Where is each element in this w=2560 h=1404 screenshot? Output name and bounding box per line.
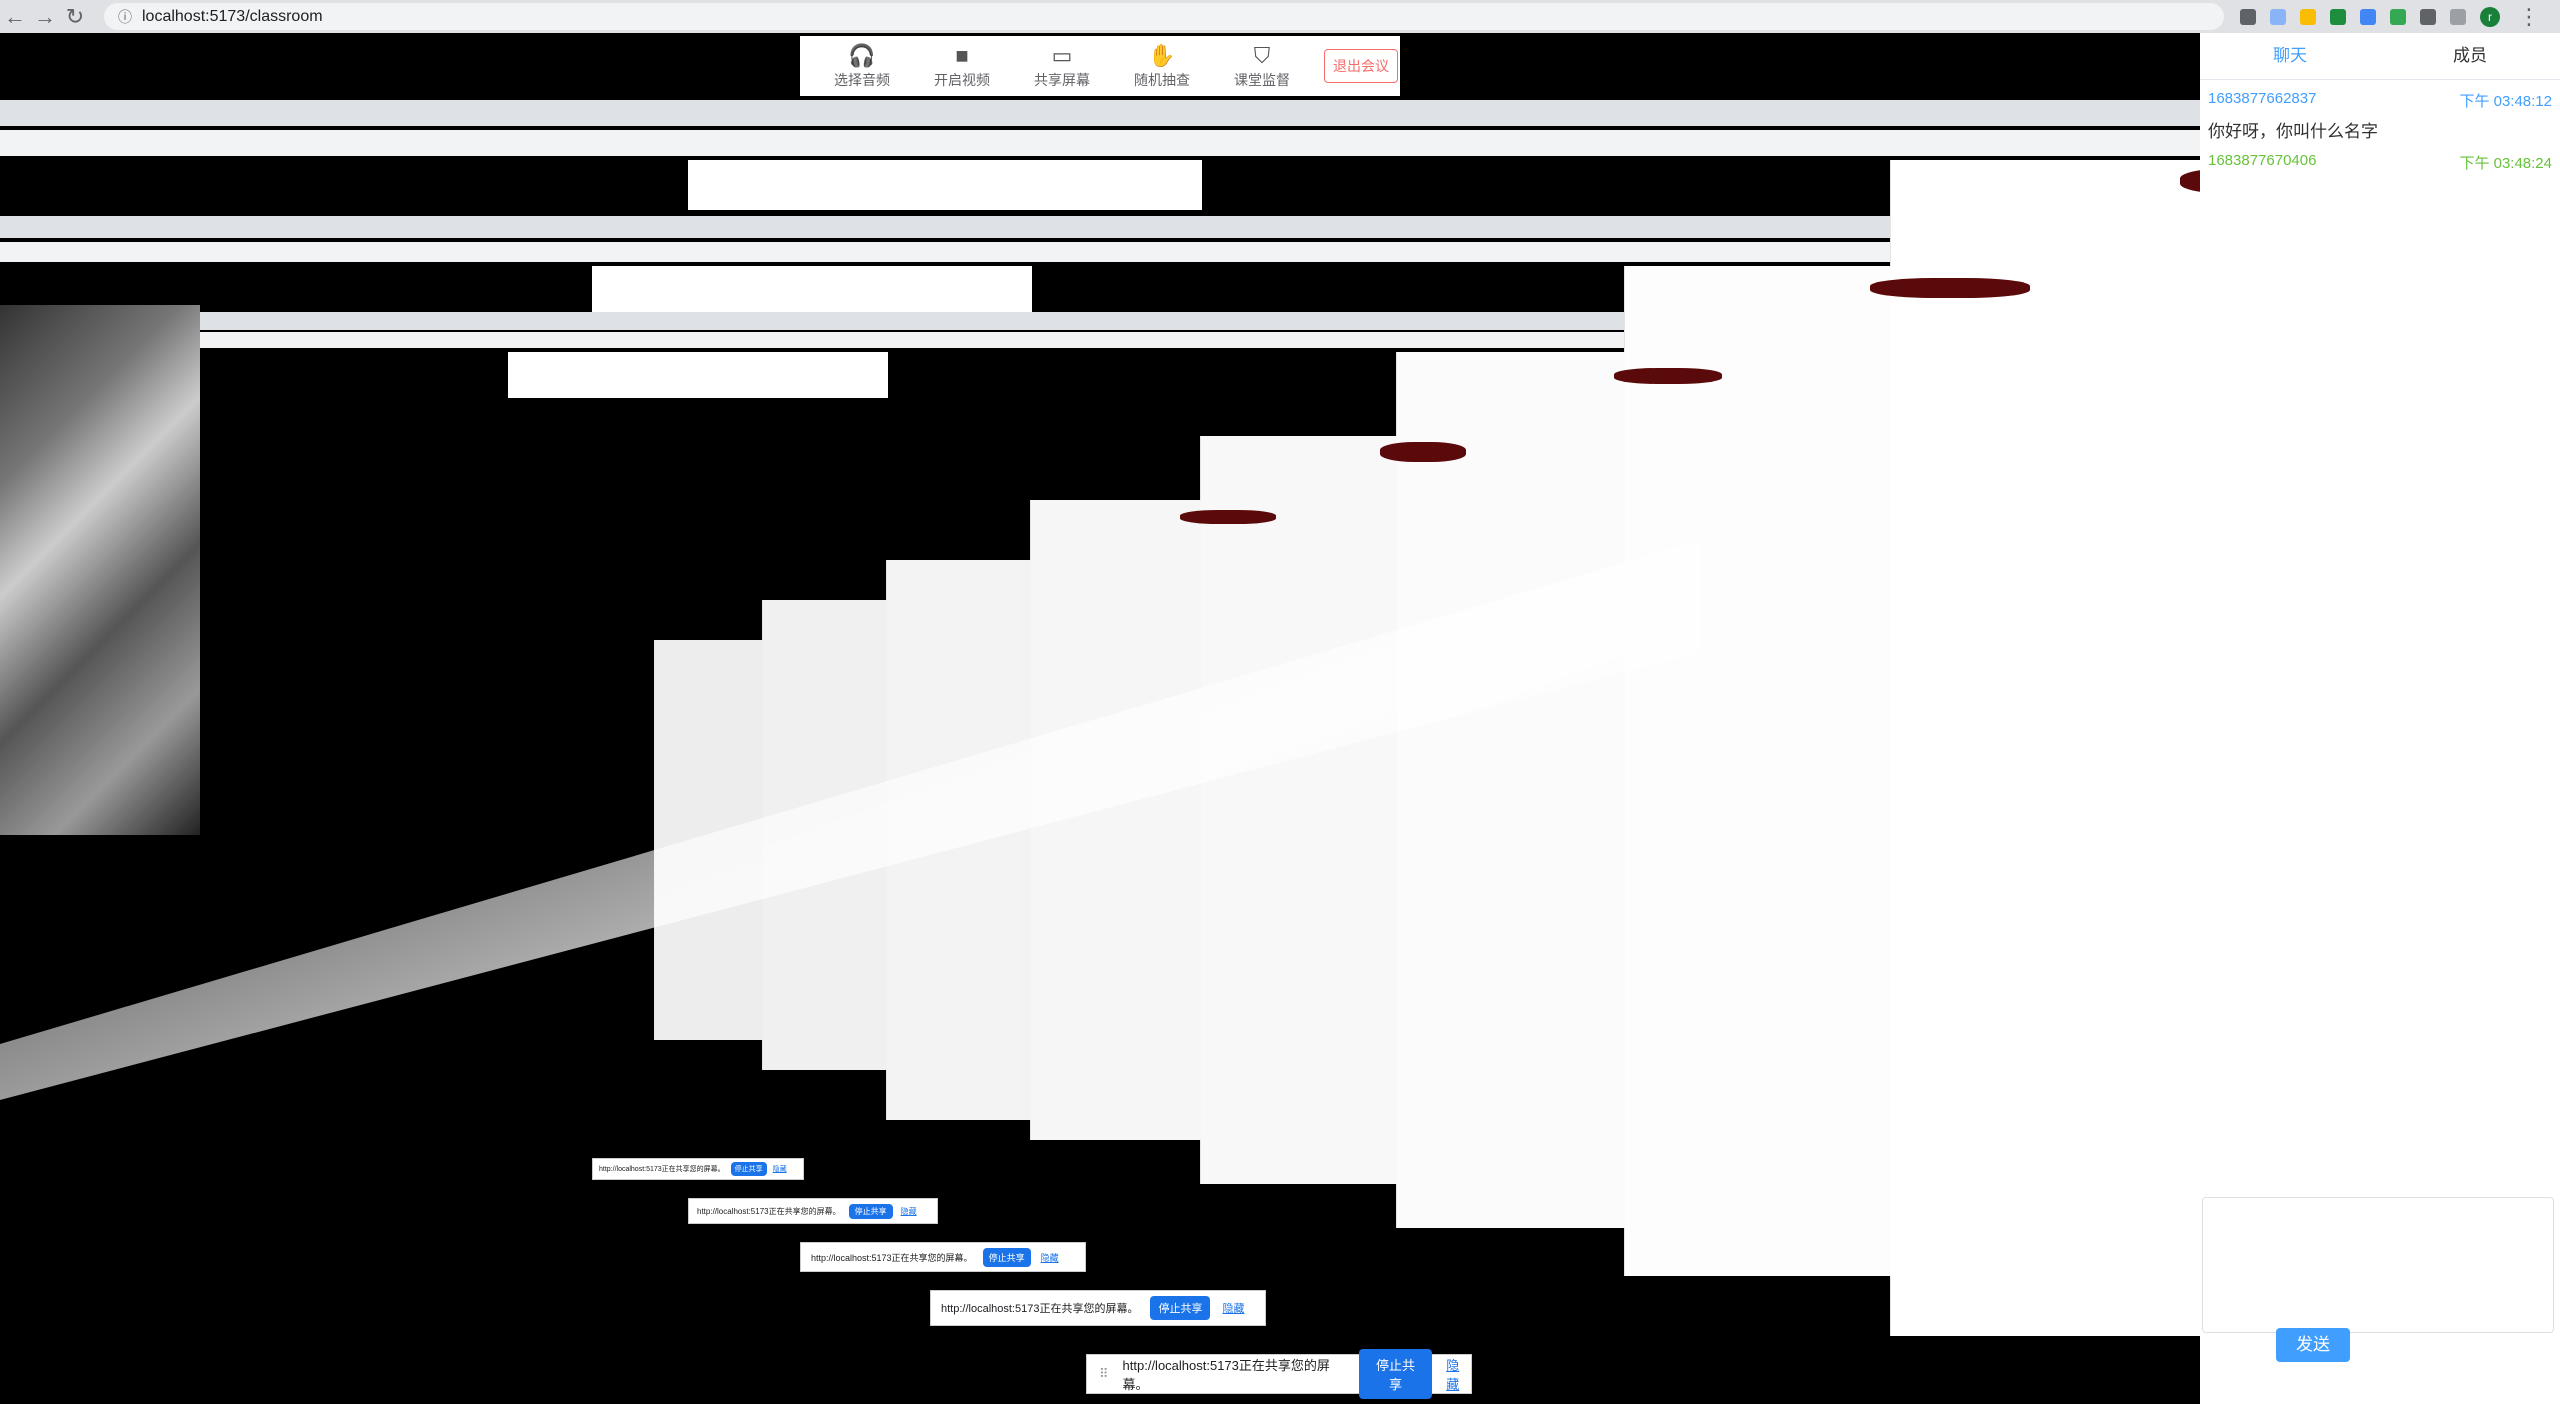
mirror-tabbar-3 [200,312,1624,330]
meeting-toolbar: 🎧 选择音频 ■ 开启视频 ▭ 共享屏幕 ✋ 随机抽查 ⛉ 课堂监督 退出会议 [800,36,1400,96]
mirror-addressbar-3 [200,332,1624,348]
sidebar-icon[interactable] [2450,8,2466,25]
url-text: localhost:5173/classroom [142,7,323,25]
start-video-button[interactable]: ■ 开启视频 [912,42,1012,90]
message-header: 1683877670406 下午 03:48:24 [2208,152,2552,173]
back-button[interactable]: ← [0,0,30,33]
redaction-mark [1614,368,1722,384]
select-audio-label: 选择音频 [834,72,890,88]
mirror-chat-panel-2 [1624,266,1891,1276]
share-bar-text: http://localhost:5173正在共享您的屏幕。 [1122,1358,1330,1392]
mirror-toolbar [688,160,1202,210]
drag-handle-icon[interactable]: ⠿ [1099,1366,1109,1382]
random-check-button[interactable]: ✋ 随机抽查 [1112,42,1212,90]
menu-icon[interactable]: ⋮ [2514,0,2544,33]
mirror-toolbar-2 [592,266,1032,312]
mirror-share-bar: http://localhost:5173正在共享您的屏幕。 停止共享 隐藏 [930,1290,1266,1326]
chat-message: 1683877670406 下午 03:48:24 [2200,152,2560,173]
camera-video-thumbnail [0,305,200,835]
chat-tabs: 聊天 成员 [2200,33,2560,80]
select-audio-button[interactable]: 🎧 选择音频 [812,42,912,90]
mirror-addressbar-2 [0,242,1890,262]
extensions-area: r ⋮ [2240,0,2544,33]
send-button[interactable]: 发送 [2276,1328,2350,1362]
hand-icon: ✋ [1148,43,1176,68]
message-header: 1683877662837 下午 03:48:12 [2208,90,2552,111]
message-time: 下午 03:48:24 [2459,155,2552,172]
video-camera-icon: ■ [955,43,969,68]
vue-devtools-icon[interactable] [2330,8,2346,25]
tab-members[interactable]: 成员 [2380,33,2560,79]
class-supervision-button[interactable]: ⛉ 课堂监督 [1212,42,1312,90]
cast-icon[interactable] [2240,8,2256,25]
mirror-tabbar-2 [0,216,1890,238]
mirror-chat-panel-4 [1200,436,1397,1184]
browser-toolbar: ← → ↻ ⓘ localhost:5173/classroom r ⋮ [0,0,2560,33]
message-time: 下午 03:48:12 [2459,93,2552,110]
mirror-chat-panel [1890,160,2201,1336]
shield-icon: ⛉ [1253,43,1271,68]
reload-button[interactable]: ↻ [60,0,90,33]
puzzle-icon[interactable] [2420,8,2436,25]
info-icon[interactable]: ⓘ [118,7,132,27]
message-user: 1683877662837 [2208,90,2317,107]
mirror-share-bar: http://localhost:5173正在共享您的屏幕。 停止共享 隐藏 [592,1158,804,1180]
mirror-chat-panel-3 [1396,352,1625,1228]
hide-share-bar-link[interactable]: 隐藏 [1446,1355,1471,1393]
chat-input[interactable] [2202,1197,2554,1333]
chat-message: 1683877662837 下午 03:48:12 你好呀，你叫什么名字 [2200,90,2560,142]
headphones-icon: 🎧 [848,43,876,68]
mirror-tabbar [0,100,2200,126]
leave-meeting-button[interactable]: 退出会议 [1324,49,1398,83]
class-supervision-label: 课堂监督 [1234,72,1290,88]
mirror-share-bar: http://localhost:5173正在共享您的屏幕。 停止共享 隐藏 [800,1242,1086,1272]
bookmark-star-icon[interactable] [2300,8,2316,25]
mirror-addressbar [0,130,2200,156]
share-screen-label: 共享屏幕 [1034,72,1090,88]
mirror-toolbar-3 [508,352,888,398]
screen-share-bar: ⠿ http://localhost:5173正在共享您的屏幕。 停止共享 隐藏 [1086,1349,1472,1399]
start-video-label: 开启视频 [934,72,990,88]
share-icon[interactable] [2270,8,2286,25]
share-screen-button[interactable]: ▭ 共享屏幕 [1012,42,1112,90]
extension-badge-icon[interactable] [2390,8,2406,25]
mirror-share-bar: http://localhost:5173正在共享您的屏幕。 停止共享 隐藏 [688,1198,938,1224]
chat-panel: 聊天 成员 1683877662837 下午 03:48:12 你好呀，你叫什么… [2200,33,2560,1404]
tab-chat[interactable]: 聊天 [2200,33,2380,79]
redaction-mark [1380,442,1466,462]
redaction-mark [1870,278,2030,298]
message-user: 1683877670406 [2208,152,2317,169]
random-check-label: 随机抽查 [1134,72,1190,88]
extension-cloud-icon[interactable] [2360,8,2376,25]
redaction-mark [1180,510,1276,524]
monitor-icon: ▭ [1051,43,1073,68]
message-text: 你好呀，你叫什么名字 [2208,122,2378,141]
address-bar[interactable]: ⓘ localhost:5173/classroom [104,3,2224,30]
profile-avatar[interactable]: r [2480,6,2500,27]
stop-sharing-button[interactable]: 停止共享 [1358,1349,1433,1399]
forward-button[interactable]: → [30,0,60,33]
